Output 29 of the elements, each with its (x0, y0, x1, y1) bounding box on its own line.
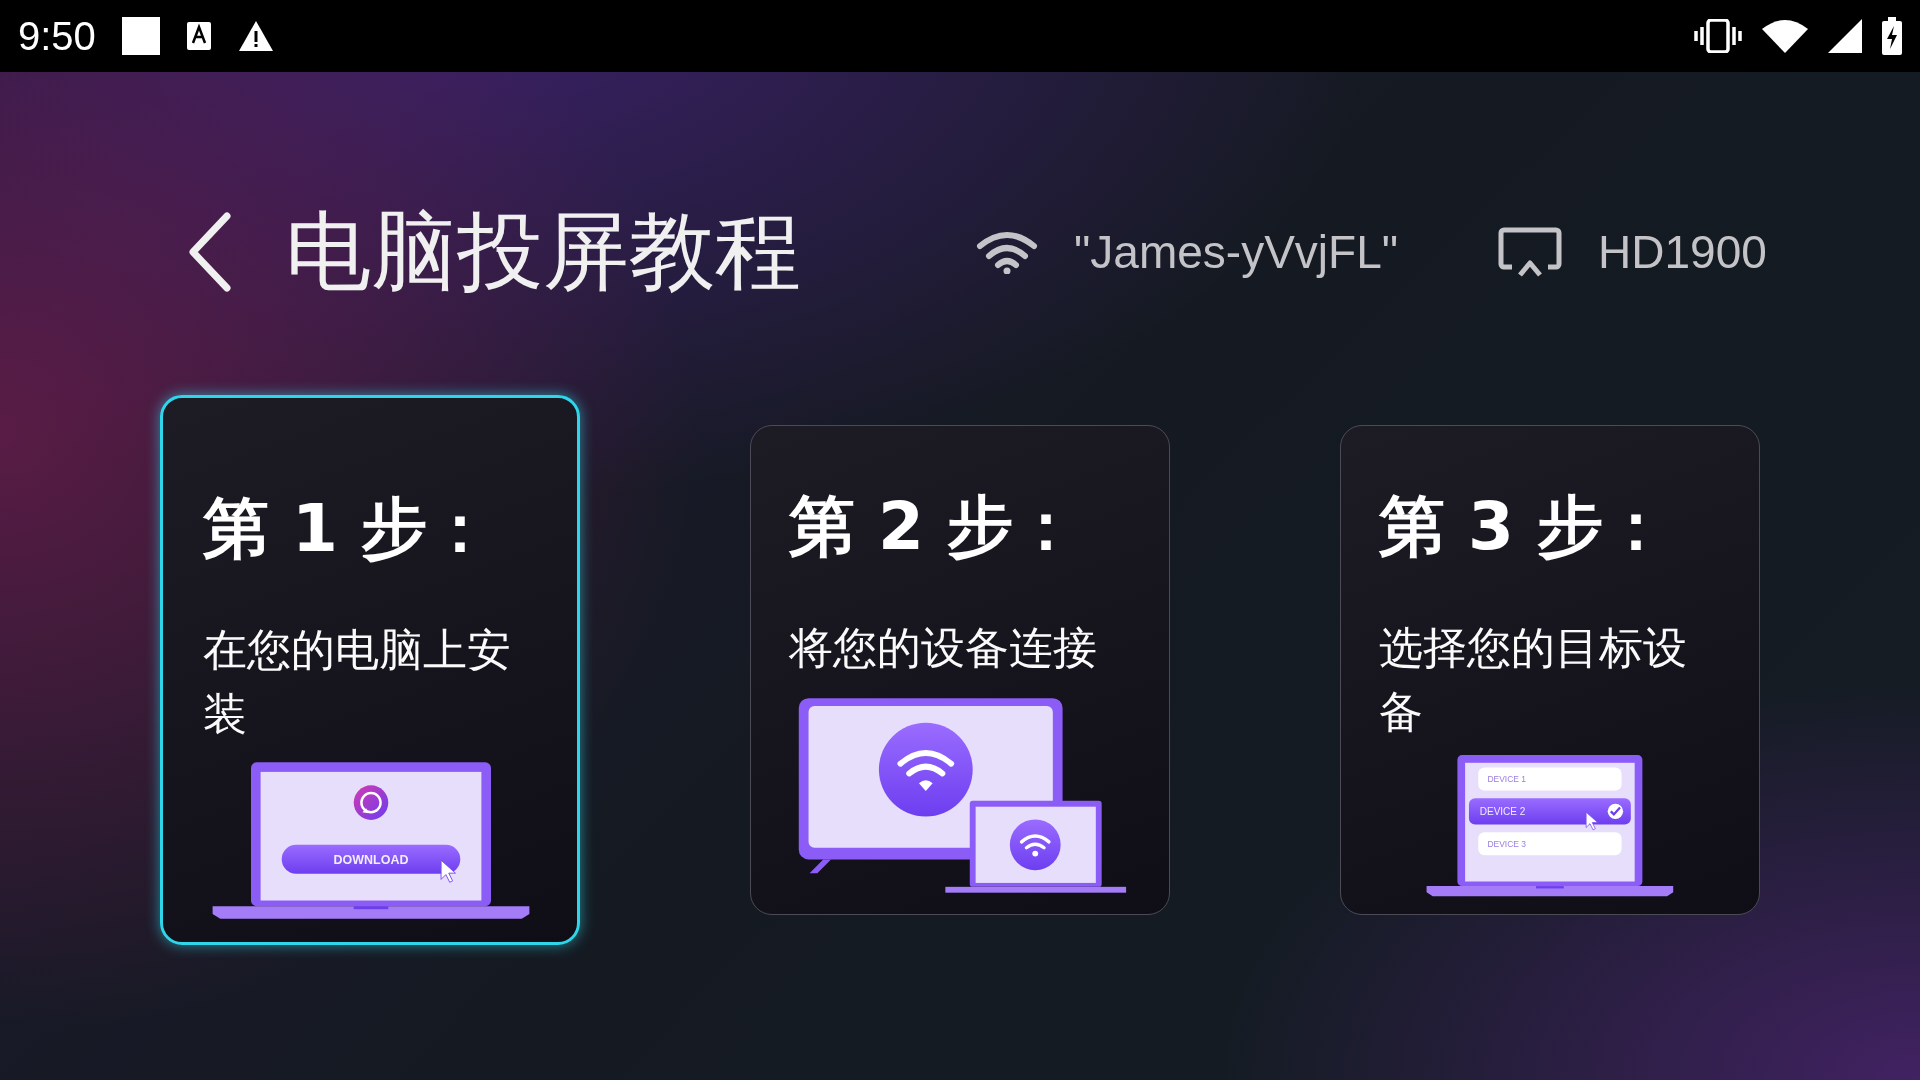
check-icon (1607, 803, 1624, 820)
cursor-icon (1585, 811, 1599, 831)
status-time: 9:50 (18, 13, 96, 59)
step-heading: 第 1 步： (203, 489, 494, 569)
step-heading: 第 2 步： (789, 487, 1080, 567)
notification-icon (121, 17, 160, 55)
wifi-icon (976, 230, 1038, 274)
battery-charging-icon (1882, 17, 1902, 55)
wifi-icon (1762, 19, 1808, 53)
cursor-icon (440, 859, 456, 883)
cast-icon (1498, 227, 1563, 277)
step-card[interactable]: 第 3 步： 选择您的目标设备 DEVICE 1 DEVICE 2 DEVICE 3 (1340, 425, 1760, 915)
step-description: 将您的设备连接 (789, 621, 1098, 675)
signal-icon (1828, 19, 1862, 53)
network-name: "James-yVvjFL" (1074, 225, 1399, 279)
step-description: 选择您的目标设备 (1379, 621, 1688, 739)
page-title: 电脑投屏教程 (285, 199, 801, 303)
wifi-icon (1009, 819, 1061, 871)
device-option[interactable]: DEVICE 2 (1469, 798, 1631, 825)
step-card[interactable]: 第 1 步： 在您的电脑上安装 DOWNLOAD (160, 395, 580, 945)
keyboard-icon (185, 21, 212, 51)
step-heading: 第 3 步： (1379, 487, 1670, 567)
wifi-icon (878, 722, 973, 817)
vibrate-icon (1694, 19, 1742, 53)
cast-app-icon (353, 785, 389, 820)
step-card[interactable]: 第 2 步： 将您的设备连接 (750, 425, 1170, 915)
warning-icon (237, 20, 274, 52)
device-name: HD1900 (1598, 225, 1767, 279)
step-description: 在您的电脑上安装 (203, 623, 512, 741)
